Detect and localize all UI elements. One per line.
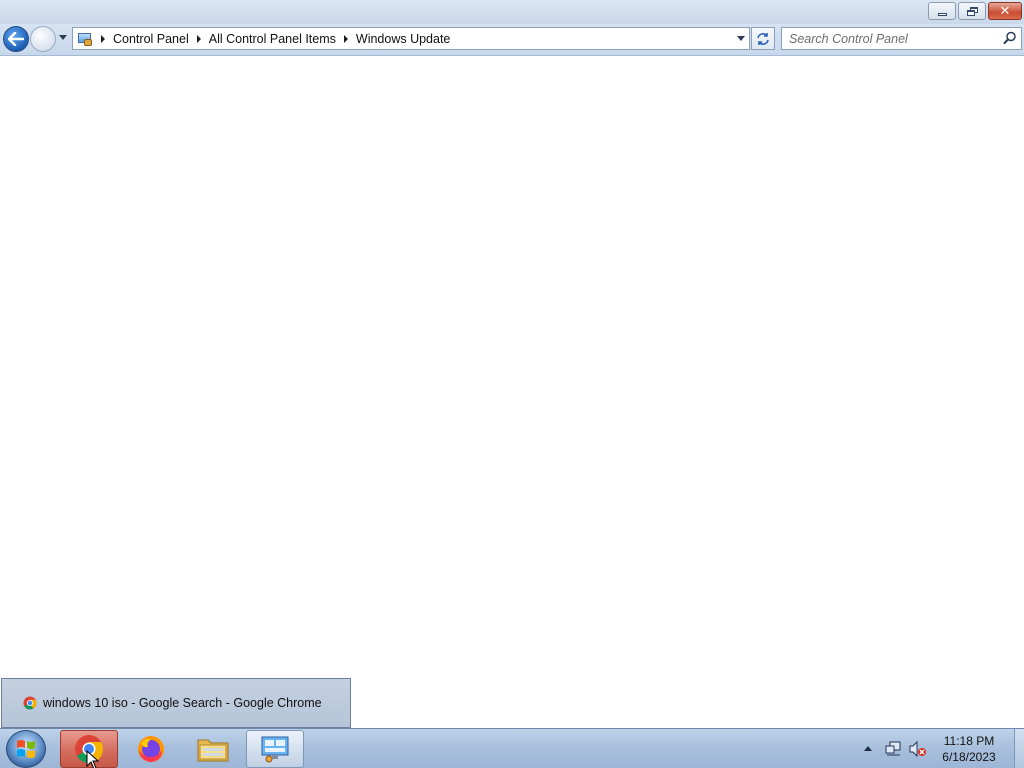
network-icon[interactable] [884, 741, 902, 757]
firefox-taskbar-button[interactable] [122, 730, 180, 768]
back-arrow-icon [8, 32, 24, 46]
taskbar: 11:18 PM 6/18/2023 [0, 728, 1024, 768]
breadcrumb-windows-update[interactable]: Windows Update [356, 32, 451, 46]
chrome-window-preview[interactable]: windows 10 iso - Google Search - Google … [1, 678, 351, 728]
control-panel-taskbar-button[interactable] [246, 730, 304, 768]
restore-button[interactable] [958, 2, 986, 20]
show-hidden-icons-icon[interactable] [864, 746, 872, 751]
clock-time: 11:18 PM [943, 733, 995, 748]
clock-date: 6/18/2023 [942, 749, 996, 764]
address-bar[interactable]: Control Panel All Control Panel Items Wi… [72, 27, 750, 50]
close-icon: ✕ [999, 3, 1011, 19]
caption-buttons: ✕ [926, 2, 1022, 20]
breadcrumb-arrow-icon[interactable] [196, 34, 201, 43]
window-preview-title: windows 10 iso - Google Search - Google … [43, 696, 322, 710]
recent-pages-dropdown[interactable] [58, 35, 68, 43]
show-desktop-button[interactable] [1014, 729, 1024, 768]
close-button[interactable]: ✕ [988, 2, 1022, 20]
search-box [781, 27, 1022, 50]
back-button[interactable] [3, 26, 29, 52]
control-panel-window: ✕ Control Panel All Control Panel Items … [0, 0, 1024, 728]
system-tray: 11:18 PM 6/18/2023 [864, 729, 1024, 768]
breadcrumb-control-panel[interactable]: Control Panel [113, 32, 189, 46]
windows-logo-icon [17, 740, 35, 758]
search-input[interactable] [782, 28, 992, 49]
minimize-button[interactable] [928, 2, 956, 20]
breadcrumb-all-items[interactable]: All Control Panel Items [209, 32, 336, 46]
folder-icon [197, 739, 229, 762]
firefox-icon [138, 736, 164, 762]
refresh-icon [757, 32, 769, 45]
title-bar[interactable]: ✕ [0, 0, 1024, 24]
mouse-cursor-icon [86, 750, 100, 768]
breadcrumb-arrow-icon[interactable] [343, 34, 348, 43]
navigation-bar: Control Panel All Control Panel Items Wi… [0, 24, 1024, 56]
breadcrumb-arrow-icon[interactable] [101, 34, 105, 43]
chevron-down-icon [59, 35, 67, 40]
forward-button[interactable] [30, 26, 56, 52]
clock[interactable]: 11:18 PM 6/18/2023 [936, 733, 1002, 765]
content-area [0, 57, 1024, 728]
address-dropdown-icon[interactable] [737, 36, 745, 41]
search-icon[interactable] [1003, 31, 1017, 45]
minimize-icon [937, 12, 947, 16]
control-panel-icon [77, 31, 93, 47]
chrome-icon [23, 696, 37, 710]
restore-icon [966, 6, 978, 16]
explorer-taskbar-button[interactable] [184, 730, 242, 768]
volume-muted-icon[interactable] [909, 740, 927, 757]
refresh-button[interactable] [751, 27, 775, 50]
control-panel-icon [261, 736, 289, 763]
start-button[interactable] [6, 730, 46, 768]
